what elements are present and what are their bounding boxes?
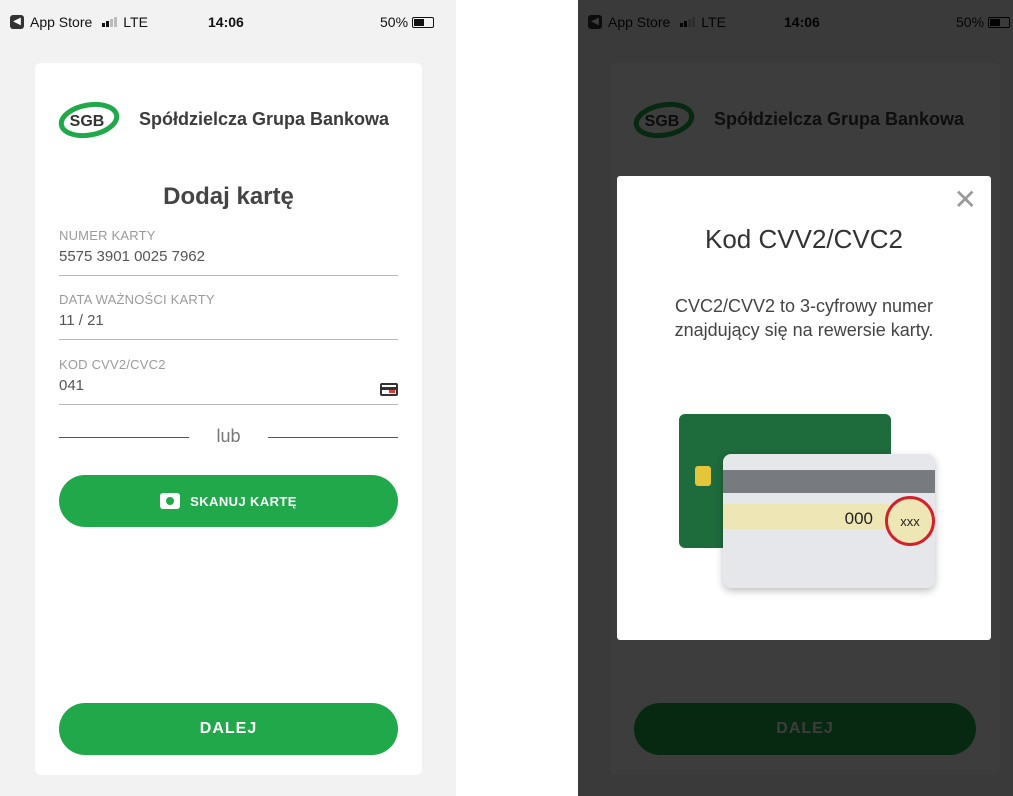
add-card-panel: SGB Spółdzielcza Grupa Bankowa Dodaj kar… [35,63,422,775]
card-number-label: NUMER KARTY [59,228,156,243]
status-bar: ◀ App Store LTE 14:06 50% [0,0,456,40]
page-title: Dodaj kartę [163,183,294,210]
magnetic-stripe [723,470,935,493]
expiry-date-field[interactable]: DATA WAŻNOŚCI KARTY 11 / 21 [59,292,398,340]
cvv-placeholder: xxx [900,513,920,529]
chip-icon [695,466,711,486]
phone-screen-add-card: ◀ App Store LTE 14:06 50% SGB Spółdzielc… [0,0,456,796]
phone-screen-cvv-info: ◀ App Store LTE 14:06 50% SGB Spółdzielc… [578,0,1013,796]
card-back-number: 000 [844,509,873,528]
scan-card-label: SKANUJ KARTĘ [190,493,297,509]
next-button[interactable]: DALEJ [59,703,398,755]
battery-status: 50% [380,14,435,30]
cvv-input[interactable]: 041 [59,377,398,394]
cvv-label: KOD CVV2/CVC2 [59,357,166,372]
or-divider: lub [59,426,398,450]
expiry-date-label: DATA WAŻNOŚCI KARTY [59,292,215,307]
status-left: ◀ App Store LTE [10,14,148,30]
card-illustration: 000 xxx [679,414,943,594]
cvv-highlight: xxx [885,496,935,546]
next-button-label: DALEJ [199,720,258,737]
close-icon[interactable]: ✕ [954,186,977,214]
battery-percent: 50% [380,14,409,30]
scan-card-button[interactable]: SKANUJ KARTĘ [59,475,398,527]
camera-icon [160,493,181,509]
signal-icon [102,17,118,27]
sgb-logo: SGB Spółdzielcza Grupa Bankowa [57,99,389,139]
network-label: LTE [123,14,148,30]
modal-title: Kod CVV2/CVC2 [705,224,903,254]
expiry-date-input[interactable]: 11 / 21 [59,312,398,329]
back-to-app-icon[interactable]: ◀ [10,15,24,29]
card-number-input[interactable]: 5575 3901 0025 7962 [59,248,398,265]
card-back-illustration: 000 xxx [723,454,935,588]
cvv-field[interactable]: KOD CVV2/CVC2 041 [59,357,398,405]
sgb-logo-letters: SGB [70,113,105,130]
sgb-logo-mark: SGB [57,99,125,139]
status-time: 14:06 [208,14,244,30]
cvv-info-modal: ✕ Kod CVV2/CVC2 CVC2/CVV2 to 3-cyfrowy n… [617,176,991,640]
card-number-field[interactable]: NUMER KARTY 5575 3901 0025 7962 [59,228,398,276]
back-app-label[interactable]: App Store [30,14,92,30]
bank-name: Spółdzielcza Grupa Bankowa [139,108,390,129]
divider-line-right [268,437,398,438]
battery-icon [412,16,435,28]
card-back-icon[interactable] [380,383,398,396]
modal-description: CVC2/CVV2 to 3-cyfrowy numer znajdujący … [674,296,934,340]
